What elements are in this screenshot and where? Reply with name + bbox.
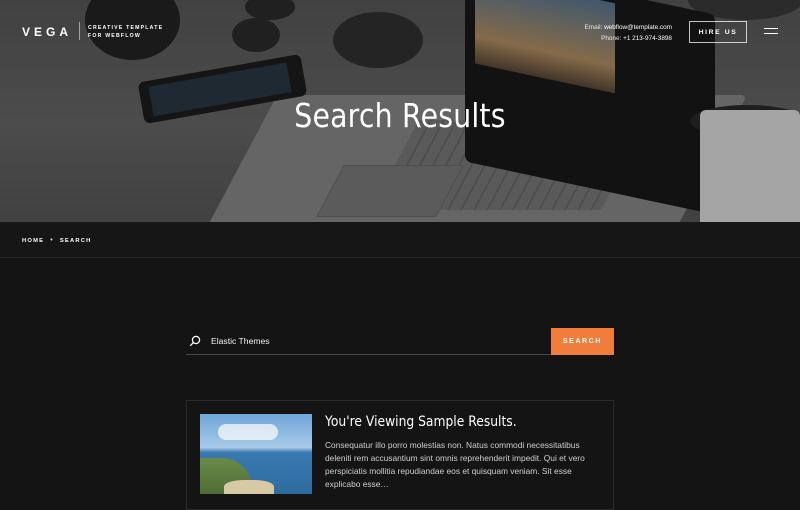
breadcrumb-bar: HOME • SEARCH bbox=[0, 222, 800, 258]
search-result-card[interactable]: You're Viewing Sample Results. Consequat… bbox=[186, 400, 614, 510]
search-input[interactable]: Elastic Themes bbox=[211, 336, 270, 346]
result-excerpt: Consequatur illo porro molestias non. Na… bbox=[325, 440, 585, 489]
tagline-line-2: FOR WEBFLOW bbox=[88, 33, 141, 39]
phone-label: Phone: bbox=[601, 35, 622, 42]
hire-us-button[interactable]: HIRE US bbox=[689, 21, 747, 43]
search-form: Elastic Themes SEARCH bbox=[186, 328, 614, 355]
email-label: Email: bbox=[584, 24, 603, 31]
breadcrumb-current: SEARCH bbox=[59, 237, 92, 244]
top-navigation: VEGA CREATIVE TEMPLATE FOR WEBFLOW Email… bbox=[0, 0, 800, 62]
search-icon bbox=[189, 335, 201, 347]
result-thumbnail[interactable] bbox=[200, 414, 312, 494]
brand-tagline: CREATIVE TEMPLATE FOR WEBFLOW bbox=[88, 24, 163, 40]
contact-info: Email: webflow@template.com Phone: +1 21… bbox=[585, 22, 672, 44]
tagline-line-1: CREATIVE TEMPLATE bbox=[88, 25, 164, 31]
phone-link[interactable]: +1 213-974-3898 bbox=[623, 35, 672, 42]
breadcrumb-separator: • bbox=[50, 237, 54, 244]
breadcrumb: HOME • SEARCH bbox=[22, 237, 92, 244]
page-title: Search Results bbox=[294, 96, 506, 135]
logo-divider bbox=[79, 22, 80, 40]
hamburger-menu-icon[interactable] bbox=[764, 27, 778, 35]
result-title[interactable]: You're Viewing Sample Results. bbox=[325, 414, 517, 430]
search-field[interactable]: Elastic Themes bbox=[186, 328, 551, 355]
brand-logo[interactable]: VEGA bbox=[22, 25, 72, 39]
email-link[interactable]: webflow@template.com bbox=[604, 24, 672, 31]
breadcrumb-home[interactable]: HOME bbox=[22, 238, 44, 244]
search-button[interactable]: SEARCH bbox=[551, 328, 614, 355]
hero-section: VEGA CREATIVE TEMPLATE FOR WEBFLOW Email… bbox=[0, 0, 800, 222]
